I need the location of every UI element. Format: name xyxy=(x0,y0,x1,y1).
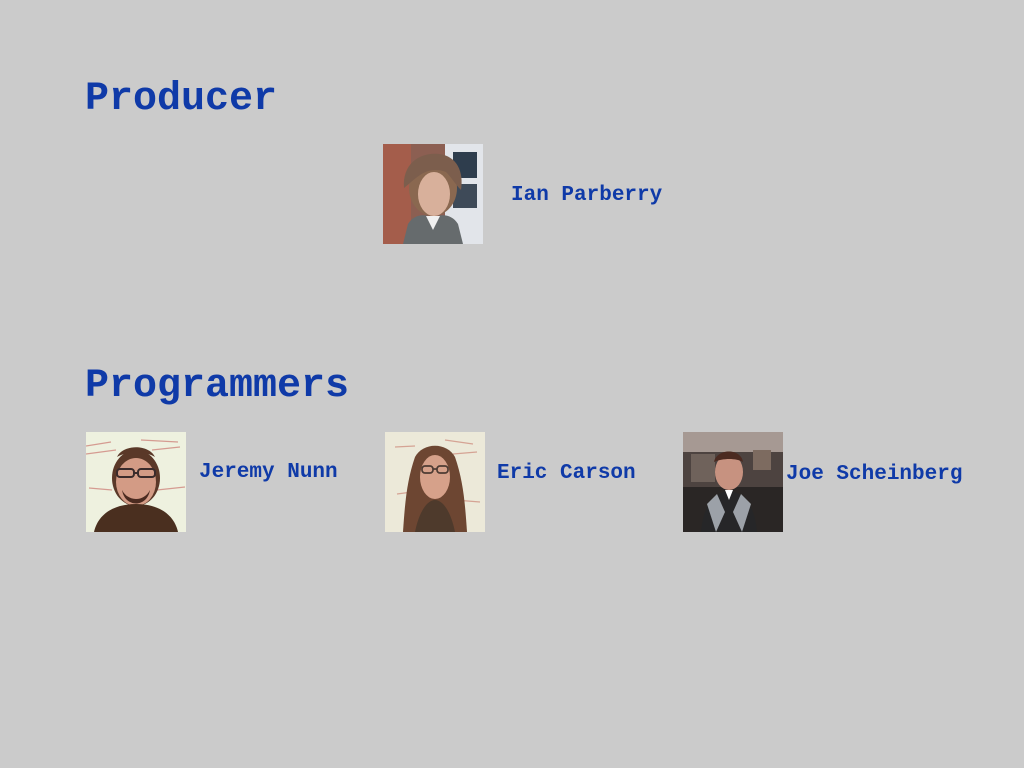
name-joe-scheinberg: Joe Scheinberg xyxy=(786,463,963,486)
photo-ian-parberry xyxy=(383,144,483,244)
photo-jeremy-nunn xyxy=(86,432,186,532)
photo-joe-scheinberg xyxy=(683,432,783,532)
producer-heading: Producer xyxy=(85,77,278,122)
portrait-image-joe-scheinberg xyxy=(683,432,783,532)
portrait-image-jeremy-nunn xyxy=(86,432,186,532)
programmers-heading: Programmers xyxy=(85,364,350,409)
name-eric-carson: Eric Carson xyxy=(497,462,636,485)
portrait-image-eric-carson xyxy=(385,432,485,532)
photo-eric-carson xyxy=(385,432,485,532)
name-ian-parberry: Ian Parberry xyxy=(511,184,663,207)
portrait-image-ian-parberry xyxy=(383,144,483,244)
name-jeremy-nunn: Jeremy Nunn xyxy=(199,461,338,484)
